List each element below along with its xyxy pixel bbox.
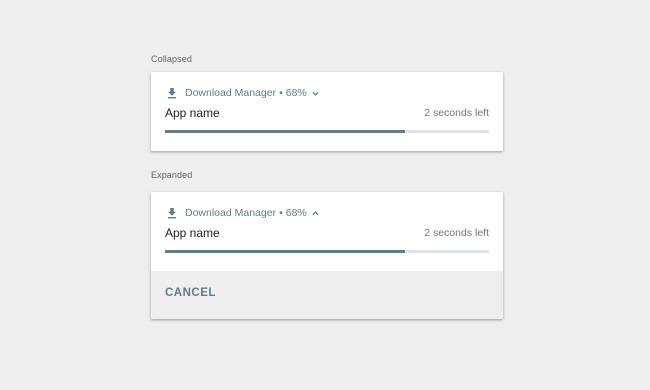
notification-body: Download Manager • 68% App name 2 second… — [151, 192, 503, 271]
download-icon — [168, 88, 176, 99]
progress-bar — [165, 130, 489, 133]
notification-header: Download Manager • 68% — [166, 86, 320, 100]
progress-fill — [165, 250, 405, 253]
notification-body: Download Manager • 68% App name 2 second… — [151, 72, 503, 151]
progress-bar — [165, 250, 489, 253]
app-name: App name — [165, 106, 220, 120]
chevron-up-icon[interactable] — [311, 209, 320, 218]
collapsed-section-label: Collapsed — [151, 54, 192, 64]
progress-percent: 68% — [285, 87, 307, 99]
progress-percent: 68% — [285, 207, 307, 219]
collapsed-notification-card[interactable]: Download Manager • 68% App name 2 second… — [151, 72, 503, 151]
notification-header: Download Manager • 68% — [166, 206, 320, 220]
app-title: Download Manager — [185, 207, 277, 219]
header-separator: • — [279, 207, 283, 219]
expanded-notification-card[interactable]: Download Manager • 68% App name 2 second… — [151, 192, 503, 319]
header-separator: • — [279, 87, 283, 99]
progress-fill — [165, 130, 405, 133]
time-left: 2 seconds left — [424, 227, 489, 239]
download-icon — [168, 208, 176, 219]
time-left: 2 seconds left — [424, 107, 489, 119]
notification-actions: CANCEL — [151, 271, 503, 319]
expanded-section-label: Expanded — [151, 170, 193, 180]
chevron-down-icon[interactable] — [311, 89, 320, 98]
cancel-button[interactable]: CANCEL — [165, 287, 216, 299]
app-title: Download Manager — [185, 87, 277, 99]
app-name: App name — [165, 226, 220, 240]
